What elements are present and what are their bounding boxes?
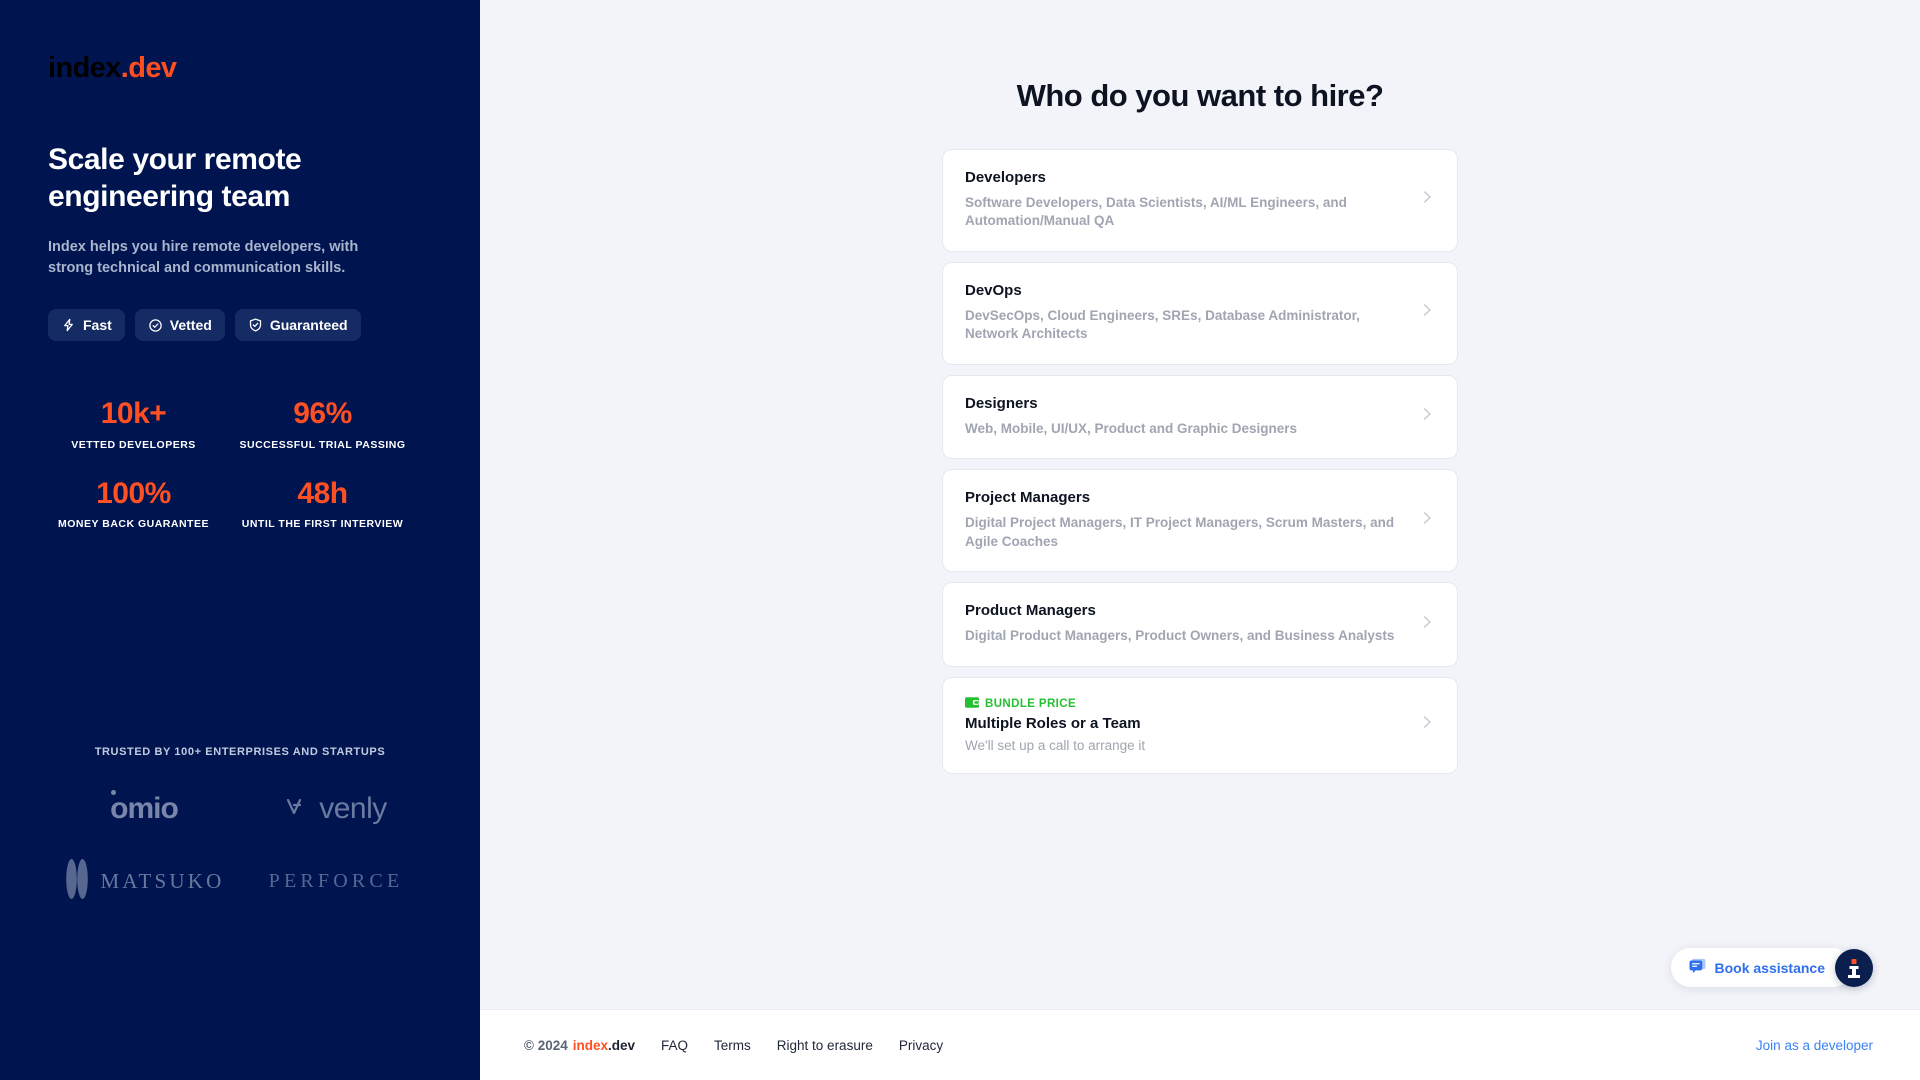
badge-guaranteed: Guaranteed <box>234 309 361 342</box>
role-card-multiple-roles-bundle[interactable]: BUNDLE PRICE Multiple Roles or a Team We… <box>942 676 1458 774</box>
stat-label: MONEY BACK GUARANTEE <box>58 518 209 531</box>
chat-bubble-icon <box>1689 958 1706 977</box>
badge-vetted-label: Vetted <box>169 317 212 334</box>
stat-successful-trial-passing: 96% SUCCESSFUL TRIAL PASSING <box>237 397 408 451</box>
badge-fast: Fast <box>48 309 125 342</box>
role-card-desc: DevSecOps, Cloud Engineers, SREs, Databa… <box>965 307 1360 342</box>
info-badge-button[interactable] <box>1835 948 1873 987</box>
footer-left-group: © 2024 index .dev FAQ Terms Right to erasu… <box>524 1038 943 1053</box>
stat-value: 10k+ <box>100 397 167 431</box>
brand-logo-index: index <box>48 52 121 84</box>
page-footer: © 2024 index .dev FAQ Terms Right to erasu… <box>480 1009 1920 1080</box>
left-hero-panel: index.dev Scale your remote engineering … <box>0 0 480 1080</box>
stat-until-first-interview: 48h UNTIL THE FIRST INTERVIEW <box>237 477 408 531</box>
bundle-price-label: BUNDLE PRICE <box>985 697 1077 710</box>
role-card-text: Product Managers Digital Product Manager… <box>965 602 1407 645</box>
stat-label: UNTIL THE FIRST INTERVIEW <box>241 518 404 531</box>
role-card-designers[interactable]: Designers Web, Mobile, UI/UX, Product an… <box>942 374 1458 460</box>
role-card-title: DevOps <box>965 281 1022 299</box>
client-logo-perforce: PERFORCE <box>269 858 404 904</box>
chevron-right-icon <box>1419 712 1435 737</box>
shield-check-icon <box>248 317 263 333</box>
role-card-text: DevOps DevSecOps, Cloud Engineers, SREs,… <box>965 282 1407 344</box>
role-card-text: Developers Software Developers, Data Sci… <box>965 169 1407 231</box>
role-card-desc: Web, Mobile, UI/UX, Product and Graphic … <box>965 420 1298 436</box>
omio-logo-text: omio <box>110 792 179 825</box>
lightning-icon <box>61 317 76 333</box>
role-selection-area: Who do you want to hire? Developers Soft… <box>480 0 1920 1009</box>
check-seal-icon <box>148 318 163 333</box>
footer-copyright-dev: .dev <box>608 1037 636 1053</box>
chevron-right-icon <box>1419 300 1435 325</box>
footer-link-privacy[interactable]: Privacy <box>899 1038 943 1053</box>
footer-link-right-to-erasure[interactable]: Right to erasure <box>777 1038 873 1053</box>
stat-label: VETTED DEVELOPERS <box>71 438 196 451</box>
role-card-developers[interactable]: Developers Software Developers, Data Sci… <box>942 149 1458 252</box>
role-card-title: Product Managers <box>965 602 1096 620</box>
venly-mark-icon <box>285 794 311 824</box>
feature-badges: Fast Vetted Guaranteed <box>48 309 432 342</box>
role-card-text: Project Managers Digital Project Manager… <box>965 489 1407 551</box>
footer-link-terms[interactable]: Terms <box>714 1038 751 1053</box>
role-card-text: BUNDLE PRICE Multiple Roles or a Team We… <box>965 697 1407 753</box>
badge-fast-label: Fast <box>83 317 112 334</box>
stat-value: 48h <box>297 476 348 510</box>
stats-grid: 10k+ VETTED DEVELOPERS 96% SUCCESSFUL TR… <box>48 397 408 530</box>
role-card-desc: We'll set up a call to arrange it <box>965 737 1146 753</box>
trusted-by-title: TRUSTED BY 100+ ENTERPRISES AND STARTUPS <box>94 746 386 758</box>
hero-title: Scale your remote engineering team <box>48 143 302 214</box>
role-card-desc: Digital Project Managers, IT Project Man… <box>965 515 1395 549</box>
matsuko-logo-text: MATSUKO <box>100 868 225 893</box>
stat-label: SUCCESSFUL TRIAL PASSING <box>239 438 406 451</box>
role-card-title: Developers <box>965 169 1046 186</box>
chevron-right-icon <box>1419 187 1435 212</box>
client-logo-grid: omio venly MATSUKO PERFORCE <box>48 786 432 904</box>
floating-widgets: Book assistance <box>1670 948 1873 987</box>
page-title: Who do you want to hire? <box>1016 78 1384 113</box>
chevron-right-icon <box>1419 508 1435 533</box>
badge-vetted: Vetted <box>134 309 225 342</box>
stat-money-back-guarantee: 100% MONEY BACK GUARANTEE <box>48 477 219 531</box>
stat-vetted-developers: 10k+ VETTED DEVELOPERS <box>48 397 219 451</box>
role-card-product-managers[interactable]: Product Managers Digital Product Manager… <box>942 582 1458 667</box>
app-root: index.dev Scale your remote engineering … <box>0 0 1920 1080</box>
role-card-devops[interactable]: DevOps DevSecOps, Cloud Engineers, SREs,… <box>942 261 1458 365</box>
role-card-title: Project Managers <box>965 489 1091 507</box>
book-assistance-label: Book assistance <box>1714 959 1826 976</box>
role-card-list: Developers Software Developers, Data Sci… <box>942 149 1458 774</box>
chevron-right-icon <box>1419 612 1435 637</box>
info-icon-dot <box>1851 958 1857 964</box>
footer-copyright-year: © 2024 <box>524 1037 568 1053</box>
footer-copyright-index: index <box>572 1037 608 1053</box>
client-logo-omio: omio <box>110 786 179 832</box>
footer-copyright: © 2024 index .dev <box>524 1038 635 1053</box>
client-logo-matsuko: MATSUKO <box>64 858 225 904</box>
book-assistance-button[interactable]: Book assistance <box>1670 948 1853 987</box>
brand-logo[interactable]: index.dev <box>48 54 432 83</box>
stat-value: 96% <box>293 397 352 431</box>
role-card-title: Designers <box>965 394 1038 412</box>
chevron-right-icon <box>1419 404 1435 429</box>
role-card-desc: Software Developers, Data Scientists, AI… <box>965 195 1347 229</box>
client-logo-venly: venly <box>285 786 387 832</box>
badge-guaranteed-label: Guaranteed <box>269 317 348 334</box>
role-card-project-managers[interactable]: Project Managers Digital Project Manager… <box>942 469 1458 573</box>
stat-value: 100% <box>96 476 171 510</box>
role-card-title: Multiple Roles or a Team <box>965 714 1141 732</box>
info-icon-serif-bottom <box>1848 974 1860 978</box>
bundle-price-badge: BUNDLE PRICE <box>965 697 1407 711</box>
trusted-by-section: TRUSTED BY 100+ ENTERPRISES AND STARTUPS… <box>48 746 432 904</box>
wallet-icon <box>965 697 979 711</box>
role-card-text: Designers Web, Mobile, UI/UX, Product an… <box>965 395 1407 438</box>
perforce-logo-text: PERFORCE <box>268 869 404 892</box>
main-content-area: Who do you want to hire? Developers Soft… <box>480 0 1920 1080</box>
matsuko-mark-icon <box>64 858 90 905</box>
footer-link-faq[interactable]: FAQ <box>661 1038 688 1053</box>
role-card-desc: Digital Product Managers, Product Owners… <box>965 628 1395 644</box>
venly-logo-text: venly <box>319 792 387 825</box>
brand-logo-dev: dev <box>128 52 177 84</box>
join-as-developer-link[interactable]: Join as a developer <box>1756 1038 1873 1053</box>
hero-subtitle: Index helps you hire remote developers, … <box>48 239 359 277</box>
